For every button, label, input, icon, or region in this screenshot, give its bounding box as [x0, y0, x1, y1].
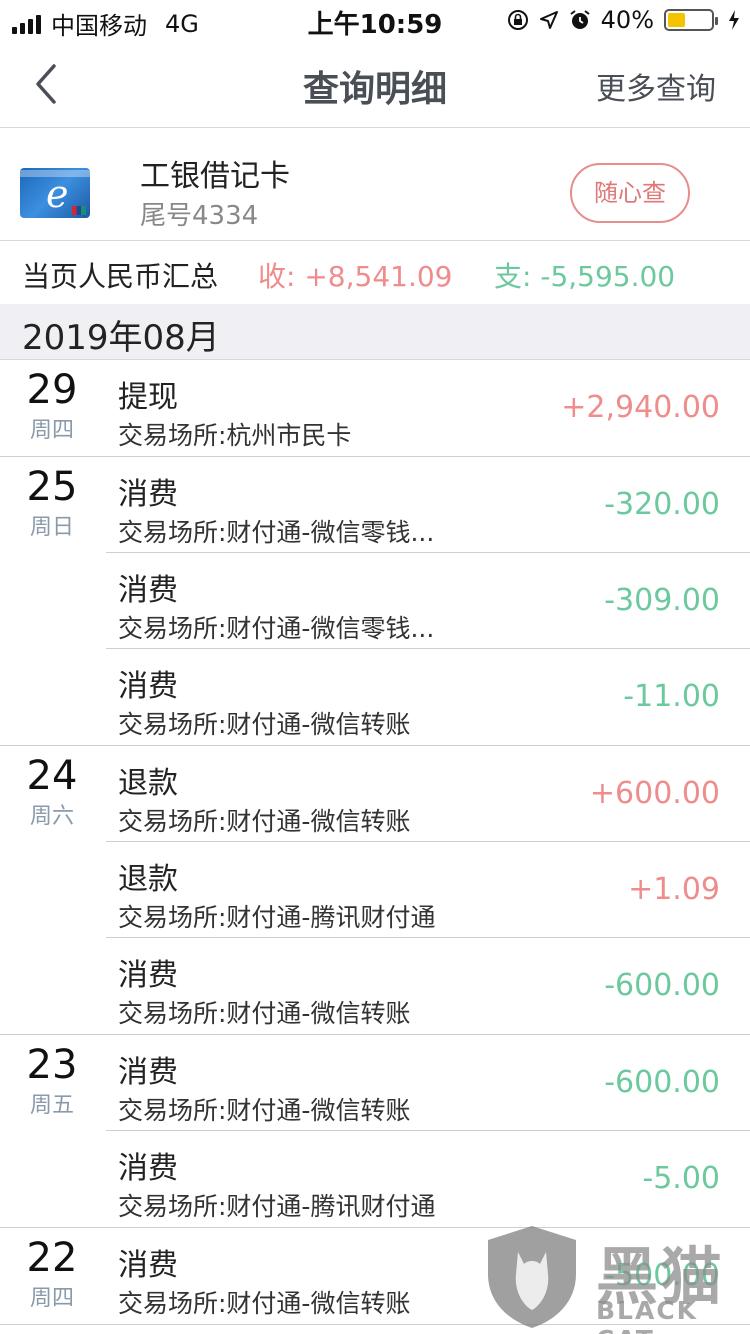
battery-icon — [664, 9, 718, 31]
day-number: 25 — [26, 464, 78, 510]
day-number: 29 — [26, 367, 78, 413]
day-weekday: 周五 — [29, 1093, 74, 1118]
transaction-type: 退款 — [118, 862, 178, 897]
status-right: 40% — [507, 6, 740, 34]
transaction-row[interactable]: 提现交易场所:杭州市民卡 +2,940.00 — [106, 360, 750, 456]
transaction-list: 29 周四 提现 交易场所:杭州市民卡 +2,940.00 25 周日 消费 交易场所:财付通-… — [0, 360, 750, 1334]
transaction-row[interactable]: 消费交易场所:财付通-腾讯财付通 -5.00 — [106, 1131, 750, 1227]
more-query-button[interactable]: 更多查询 — [596, 64, 716, 108]
transaction-merchant: 交易场所:财付通-腾讯财付通 — [118, 1192, 436, 1221]
day-weekday: 周日 — [29, 515, 74, 540]
navigation-bar: 查询明细 更多查询 — [0, 40, 750, 128]
battery-fill — [668, 13, 685, 27]
day-date: 24 周六 — [0, 752, 104, 834]
transaction-amount: -11.00 — [623, 679, 720, 714]
rotation-lock-icon — [507, 10, 528, 30]
day-number: 22 — [26, 1235, 78, 1281]
quick-query-button[interactable]: 随心查 — [570, 163, 690, 223]
transaction-type: 消费 — [118, 1248, 178, 1283]
day-weekday: 周四 — [29, 1286, 74, 1311]
day-group: 29 周四 提现交易场所:杭州市民卡 +2,940.00 — [0, 360, 750, 457]
card-image: e — [20, 168, 90, 218]
transaction-amount: +2,940.00 — [561, 390, 720, 425]
transaction-merchant: 交易场所:财付通-微信转账 — [118, 710, 411, 739]
transaction-type: 消费 — [118, 669, 178, 704]
status-bar: 中国移动 4G 上午10:59 40% — [0, 0, 750, 40]
transaction-merchant: 交易场所:财付通-微信转账 — [118, 999, 411, 1028]
transaction-type: 提现 — [118, 380, 178, 415]
transaction-row[interactable]: 消费交易场所:财付通-微信零钱... -309.00 — [106, 553, 750, 649]
transaction-type: 消费 — [118, 477, 178, 512]
day-date: 25 周日 — [0, 463, 104, 545]
day-date: 22 周四 — [0, 1234, 104, 1316]
transaction-row[interactable]: 消费交易场所:财付通-微信零钱... -320.00 — [106, 457, 750, 553]
card-info: e 工银借记卡 尾号4334 随心查 — [0, 129, 750, 241]
transaction-type: 消费 — [118, 958, 178, 993]
transaction-amount: -320.00 — [604, 487, 720, 522]
transaction-amount: -600.00 — [604, 1065, 720, 1100]
transaction-merchant: 交易场所:财付通-微信零钱... — [118, 614, 435, 643]
summary-income: 收: +8,541.09 — [258, 260, 453, 293]
summary-expense: 支: -5,595.00 — [494, 260, 676, 293]
transaction-merchant: 交易场所:财付通-微信转账 — [118, 807, 411, 836]
transaction-merchant: 交易场所:财付通-腾讯财付通 — [118, 903, 436, 932]
battery-percent: 40% — [600, 6, 654, 34]
summary-bar: 当页人民币汇总 收: +8,541.09 支: -5,595.00 — [0, 242, 750, 304]
transaction-row[interactable]: 消费交易场所:财付通-微信转账 -11.00 — [106, 649, 750, 745]
card-name: 工银借记卡 — [140, 159, 290, 194]
day-weekday: 周四 — [29, 418, 74, 443]
transaction-merchant: 交易场所:财付通-微信零钱... — [118, 518, 435, 547]
transaction-type: 消费 — [118, 573, 178, 608]
transaction-amount: -500.00 — [604, 1258, 720, 1293]
day-weekday: 周六 — [29, 804, 74, 829]
day-date: 23 周五 — [0, 1041, 104, 1123]
transaction-type: 消费 — [118, 1055, 178, 1090]
day-group: 23 周五 消费 交易场所:财付通-微信转账 -600.00 消费 交易场所:财付通-腾讯财… — [0, 1035, 750, 1228]
day-number: 23 — [26, 1042, 78, 1088]
card-tail-number: 尾号4334 — [140, 201, 259, 231]
charging-icon — [729, 10, 739, 30]
summary-label: 当页人民币汇总 — [22, 260, 219, 293]
transaction-row[interactable]: 退款交易场所:财付通-腾讯财付通 +1.09 — [106, 842, 750, 938]
transaction-amount: +1.09 — [628, 872, 720, 907]
transaction-amount: -600.00 — [604, 968, 720, 1003]
month-label: 2019年08月 — [22, 318, 220, 358]
day-date: 29 周四 — [0, 366, 104, 448]
alarm-icon — [570, 10, 590, 29]
day-group: 22 周四 消费交易场所:财付通-微信转账 -500.00 — [0, 1228, 750, 1325]
location-icon — [539, 11, 558, 29]
transaction-amount: -309.00 — [604, 583, 720, 618]
transaction-type: 退款 — [118, 766, 178, 801]
transaction-amount: +600.00 — [589, 776, 720, 811]
transaction-merchant: 交易场所:财付通-微信转账 — [118, 1096, 411, 1125]
day-number: 24 — [26, 753, 78, 799]
transaction-type: 消费 — [118, 1151, 178, 1186]
transaction-row[interactable]: 消费交易场所:财付通-微信转账 -600.00 — [106, 1035, 750, 1131]
transaction-merchant: 交易场所:财付通-微信转账 — [118, 1289, 411, 1318]
transaction-row[interactable]: 消费交易场所:财付通-微信转账 -500.00 — [106, 1228, 750, 1324]
transaction-row[interactable]: 消费交易场所:财付通-微信转账 -600.00 — [106, 938, 750, 1034]
day-group: 25 周日 消费 交易场所:财付通-微信零钱... -320.00 消费 交易场所:财付通-… — [0, 457, 750, 746]
day-group: 24 周六 退款 交易场所:财付通-微信转账 +600.00 退款 交易场所:财付通-腾讯财… — [0, 746, 750, 1035]
month-header: 2019年08月 — [0, 304, 750, 360]
transaction-merchant: 交易场所:杭州市民卡 — [118, 421, 352, 450]
transaction-row[interactable]: 退款交易场所:财付通-微信转账 +600.00 — [106, 746, 750, 842]
day-group: 21 — [0, 1325, 750, 1334]
transaction-amount: -5.00 — [642, 1161, 720, 1196]
